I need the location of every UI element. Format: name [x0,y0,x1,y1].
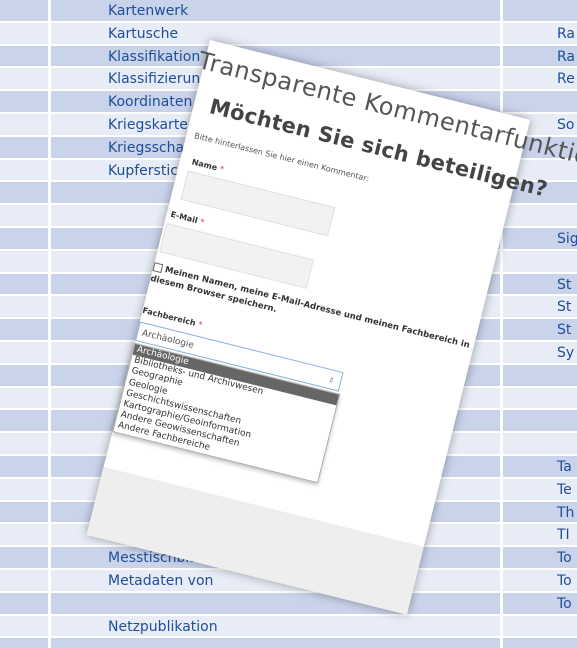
name-input[interactable] [180,170,336,237]
remember-me-checkbox[interactable] [152,262,164,274]
email-label-text: E-Mail [169,209,199,226]
required-marker: * [197,319,204,330]
form-footer [86,466,424,615]
chevron-updown-icon: ⇕ [327,375,336,386]
required-marker: * [199,217,206,227]
comment-form-panel: Transparente Kommentarfunktion Möchten S… [86,40,577,615]
required-marker: * [218,164,225,175]
name-label: Name * [191,157,225,174]
name-label-text: Name [190,157,219,173]
